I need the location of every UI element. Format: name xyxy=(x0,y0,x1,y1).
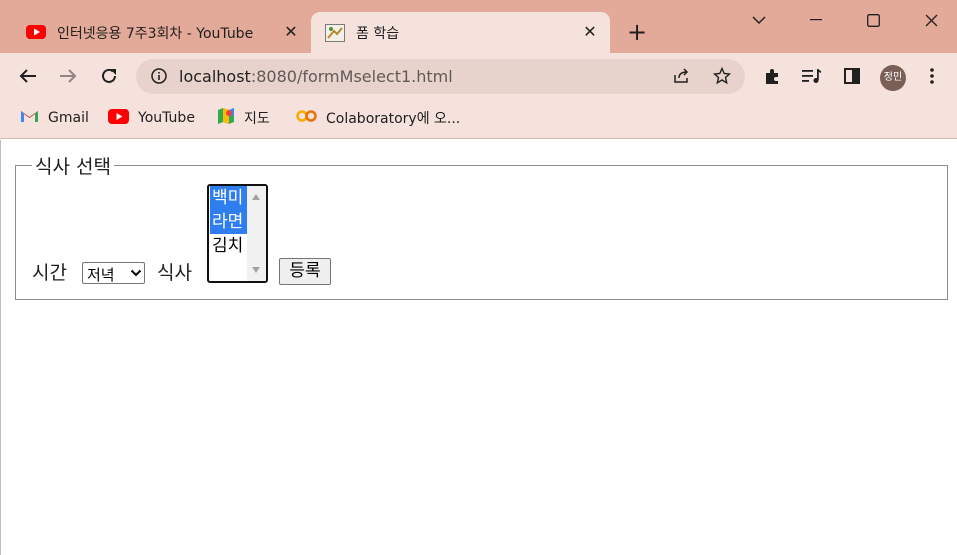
bookmark-colab[interactable]: Colaboratory에 오... xyxy=(296,107,460,129)
listbox-scrollbar[interactable] xyxy=(247,186,266,281)
bookmark-maps[interactable]: 지도 xyxy=(217,107,270,129)
close-tab-icon[interactable]: ✕ xyxy=(581,23,599,41)
share-icon[interactable] xyxy=(668,62,696,90)
time-select-value: 저녁 xyxy=(87,266,115,284)
scroll-down-arrow-icon[interactable] xyxy=(252,267,260,273)
tab-title: 폼 학습 xyxy=(356,26,400,42)
tab-strip: 인터넷응용 7주3회차 - YouTube ✕ 폼 학습 ✕ + xyxy=(0,0,957,53)
profile-avatar[interactable]: 정민 xyxy=(880,65,906,91)
submit-button[interactable]: 등록 xyxy=(279,258,331,285)
more-menu-icon[interactable] xyxy=(918,62,946,90)
chevron-down-icon xyxy=(130,265,142,285)
page-content: 식사 선택 xyxy=(0,140,957,555)
back-arrow-icon[interactable] xyxy=(14,62,42,90)
tab-youtube[interactable]: 인터넷응용 7주3회차 - YouTube ✕ xyxy=(14,12,308,53)
maximize-icon[interactable] xyxy=(859,6,887,34)
meal-option-rice[interactable]: 백미 xyxy=(210,186,248,210)
meal-multi-select[interactable]: 백미 라면 김치 xyxy=(207,184,268,283)
url-text: localhost:8080/formMselect1.html xyxy=(179,67,453,86)
side-panel-icon[interactable] xyxy=(838,62,866,90)
media-playlist-icon[interactable] xyxy=(798,62,826,90)
extensions-icon[interactable] xyxy=(758,62,786,90)
bookmark-label: YouTube xyxy=(138,110,195,126)
bookmark-label: Colaboratory에 오... xyxy=(326,111,461,127)
fieldset-legend: 식사 선택 xyxy=(35,156,111,178)
colab-icon xyxy=(296,110,317,126)
forward-arrow-icon[interactable] xyxy=(54,62,82,90)
bookmark-label: 지도 xyxy=(244,111,270,127)
bookmarks-bar: Gmail YouTube 지도 Colaboratory에 오... xyxy=(0,100,957,139)
url-host: localhost xyxy=(179,67,251,86)
tab-form-study[interactable]: 폼 학습 ✕ xyxy=(311,12,610,53)
meal-label: 식사 xyxy=(157,262,192,284)
scroll-up-arrow-icon[interactable] xyxy=(252,194,260,200)
browser-toolbar: localhost:8080/formMselect1.html 정민 xyxy=(0,53,957,100)
close-tab-icon[interactable]: ✕ xyxy=(282,23,300,41)
tab-search-chevron-icon[interactable] xyxy=(745,6,773,34)
meal-option-ramen[interactable]: 라면 xyxy=(210,210,248,234)
youtube-icon xyxy=(26,24,46,44)
new-tab-button[interactable]: + xyxy=(624,20,650,46)
page-favicon-icon xyxy=(325,24,345,46)
address-bar[interactable]: localhost:8080/formMselect1.html xyxy=(136,59,745,94)
close-window-icon[interactable] xyxy=(917,6,945,34)
bookmark-label: Gmail xyxy=(48,110,89,126)
meal-option-kimchi[interactable]: 김치 xyxy=(210,234,248,258)
time-label: 시간 xyxy=(32,262,67,284)
gmail-icon xyxy=(20,109,39,127)
bookmark-star-icon[interactable] xyxy=(708,62,736,90)
youtube-icon xyxy=(108,108,129,128)
reload-icon[interactable] xyxy=(95,62,123,90)
meal-fieldset: 식사 선택 xyxy=(15,152,948,300)
bookmark-youtube[interactable]: YouTube xyxy=(108,107,195,129)
url-path: :8080/formMselect1.html xyxy=(250,67,453,86)
bookmark-gmail[interactable]: Gmail xyxy=(20,107,89,129)
maps-icon xyxy=(217,107,235,129)
tab-title: 인터넷응용 7주3회차 - YouTube xyxy=(57,26,254,42)
site-info-icon[interactable] xyxy=(145,62,173,90)
minimize-icon[interactable] xyxy=(802,6,830,34)
time-select[interactable]: 저녁 xyxy=(82,262,145,284)
